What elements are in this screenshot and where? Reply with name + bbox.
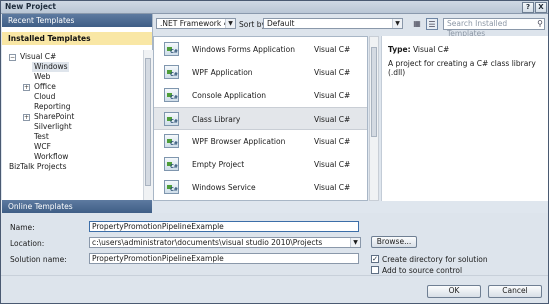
medium-icons-view-icon[interactable]: ▦ xyxy=(411,18,423,30)
collapse-icon[interactable]: − xyxy=(9,54,16,61)
tree-item-label: WCF xyxy=(34,142,51,151)
template-language: Visual C# xyxy=(314,183,351,192)
template-empty-project[interactable]: C# Empty Project Visual C# xyxy=(154,153,367,176)
template-language: Visual C# xyxy=(314,115,351,124)
solution-name-label: Solution name: xyxy=(10,255,67,264)
installed-templates-header[interactable]: Installed Templates xyxy=(2,32,152,45)
type-label: Type: xyxy=(388,45,411,54)
template-name: Class Library xyxy=(192,115,241,124)
new-project-dialog: New Project ? X Recent Templates Install… xyxy=(0,0,549,304)
location-value: c:\users\administrator\documents\visual … xyxy=(92,238,323,247)
template-language: Visual C# xyxy=(314,91,351,100)
solution-name-value: PropertyPromotionPipelineExample xyxy=(92,254,224,263)
expand-icon[interactable]: + xyxy=(23,84,30,91)
close-button[interactable]: X xyxy=(535,2,547,13)
help-button[interactable]: ? xyxy=(522,2,534,13)
search-icon[interactable]: ⚲ xyxy=(537,19,543,29)
location-field[interactable]: c:\users\administrator\documents\visual … xyxy=(89,237,361,248)
template-wpf-application[interactable]: C# WPF Application Visual C# xyxy=(154,61,367,84)
cancel-button[interactable]: Cancel xyxy=(488,285,542,298)
windows-forms-icon: C# xyxy=(164,42,179,56)
tree-item-label: Visual C# xyxy=(20,52,57,61)
empty-project-icon: C# xyxy=(164,157,179,171)
template-windows-forms[interactable]: C# Windows Forms Application Visual C# xyxy=(154,38,367,61)
title-bar: New Project ? X xyxy=(1,1,548,14)
template-console-application[interactable]: C# Console Application Visual C# xyxy=(154,84,367,107)
tree-scrollbar[interactable] xyxy=(143,50,153,200)
project-name-value: PropertyPromotionPipelineExample xyxy=(92,222,224,231)
tree-item-label: Office xyxy=(34,82,56,91)
template-language: Visual C# xyxy=(314,68,351,77)
wpf-application-icon: C# xyxy=(164,65,179,79)
chevron-down-icon: ▼ xyxy=(392,19,402,28)
template-class-library[interactable]: C# Class Library Visual C# xyxy=(154,107,367,130)
console-application-icon: C# xyxy=(164,88,179,102)
location-label: Location: xyxy=(10,239,45,248)
template-wpf-browser[interactable]: C# WPF Browser Application Visual C# xyxy=(154,130,367,153)
framework-dropdown[interactable]: .NET Framework 4 ▼ xyxy=(156,18,236,29)
template-name: WPF Browser Application xyxy=(192,137,286,146)
template-description: A project for creating a C# class librar… xyxy=(388,59,536,77)
tree-item-label: Reporting xyxy=(34,102,71,111)
tree-item-label: Test xyxy=(34,132,49,141)
browse-button[interactable]: Browse... xyxy=(371,236,417,248)
dialog-title: New Project xyxy=(5,2,56,11)
template-language: Visual C# xyxy=(314,45,351,54)
wpf-browser-icon: C# xyxy=(164,134,179,148)
template-categories-pane: Recent Templates Installed Templates − V… xyxy=(2,14,153,200)
sort-by-value: Default xyxy=(267,19,295,28)
online-templates-header[interactable]: Online Templates xyxy=(2,200,152,213)
template-language: Visual C# xyxy=(314,137,351,146)
template-list: C# Windows Forms Application Visual C# C… xyxy=(153,36,368,201)
source-control-label[interactable]: Add to source control xyxy=(382,266,462,275)
scrollbar-thumb[interactable] xyxy=(371,47,377,137)
name-label: Name: xyxy=(10,223,35,232)
chevron-down-icon: ▼ xyxy=(225,19,235,28)
template-name: Empty Project xyxy=(192,160,245,169)
scrollbar-thumb[interactable] xyxy=(145,58,151,186)
templates-toolbar: .NET Framework 4 ▼ Sort by: Default ▼ ▦ … xyxy=(153,14,547,38)
template-tree: − Visual C# Windows Web + Office Cloud R… xyxy=(2,50,142,200)
template-windows-service[interactable]: C# Windows Service Visual C# xyxy=(154,176,367,199)
template-name: Console Application xyxy=(192,91,267,100)
create-directory-checkbox[interactable]: ✓ xyxy=(371,255,379,263)
sort-by-dropdown[interactable]: Default ▼ xyxy=(263,18,403,29)
recent-templates-header[interactable]: Recent Templates xyxy=(2,14,152,27)
solution-name-field[interactable]: PropertyPromotionPipelineExample xyxy=(89,253,359,264)
template-type: Type: Visual C# xyxy=(388,45,449,54)
expand-icon[interactable]: + xyxy=(23,114,30,121)
create-directory-label[interactable]: Create directory for solution xyxy=(382,255,488,264)
tree-item-label: Workflow xyxy=(34,152,69,161)
template-name: WPF Application xyxy=(192,68,253,77)
tree-item-label: BizTalk Projects xyxy=(9,162,67,171)
template-name: Windows Service xyxy=(192,183,256,192)
tree-item-label: Web xyxy=(34,72,51,81)
search-templates-input[interactable]: Search Installed Templates ⚲ xyxy=(443,18,545,38)
windows-service-icon: C# xyxy=(164,180,179,194)
tree-item-label: Cloud xyxy=(34,92,56,101)
source-control-checkbox[interactable] xyxy=(371,266,379,274)
dialog-button-bar: OK Cancel xyxy=(1,275,548,303)
project-settings-form: Name: PropertyPromotionPipelineExample L… xyxy=(1,213,548,275)
ok-button[interactable]: OK xyxy=(427,285,481,298)
type-value: Visual C# xyxy=(412,45,450,54)
list-view-icon[interactable]: ☰ xyxy=(426,18,438,30)
chevron-down-icon[interactable]: ▼ xyxy=(350,238,360,247)
template-language: Visual C# xyxy=(314,160,351,169)
template-name: Windows Forms Application xyxy=(192,45,295,54)
project-name-field[interactable]: PropertyPromotionPipelineExample xyxy=(89,221,359,232)
class-library-icon: C# xyxy=(164,112,179,126)
template-details-pane: Type: Visual C# A project for creating a… xyxy=(381,36,548,201)
tree-item-label: Silverlight xyxy=(34,122,72,131)
template-list-scrollbar[interactable] xyxy=(369,36,379,201)
tree-item-label: Windows xyxy=(32,62,70,72)
tree-item-label: SharePoint xyxy=(34,112,75,121)
framework-value: .NET Framework 4 xyxy=(160,19,229,28)
